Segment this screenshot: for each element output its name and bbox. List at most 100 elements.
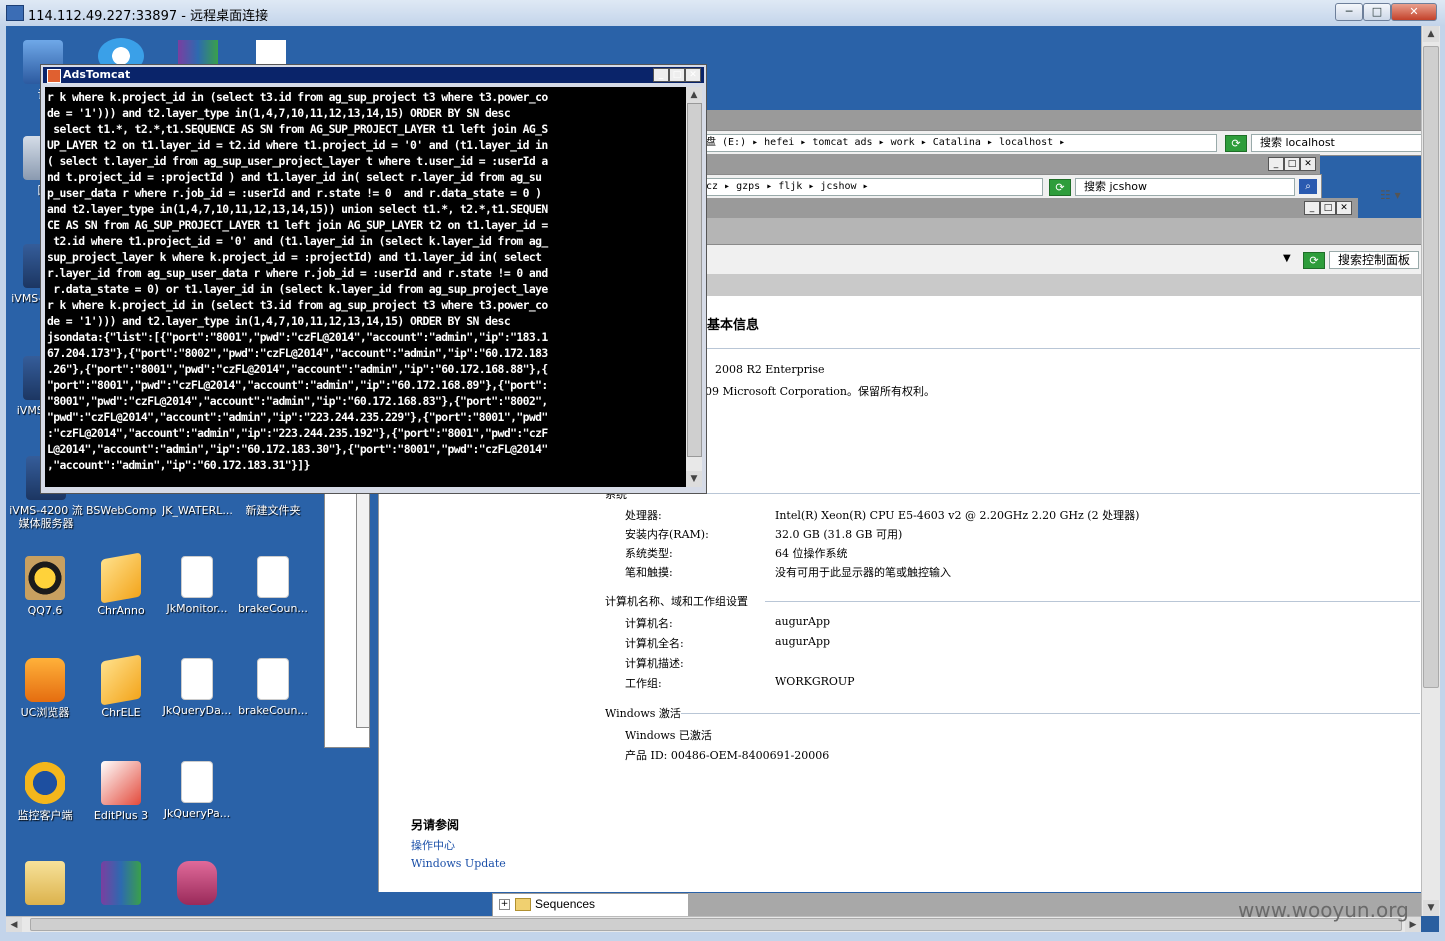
- console-line: de = '1'))) and t2.layer_type in(1,4,7,1…: [47, 314, 511, 328]
- minimize-button[interactable]: _: [1304, 201, 1320, 215]
- console-scrollbar[interactable]: ▲ ▼: [686, 87, 702, 487]
- desktop-icon-qq[interactable]: QQ7.6: [10, 556, 80, 617]
- minimize-button[interactable]: ─: [1335, 3, 1363, 21]
- desktop-icon-brakecount-1[interactable]: brakeCoun...: [238, 556, 308, 615]
- system-type-label: 系统类型:: [625, 547, 673, 560]
- minimize-button[interactable]: _: [1268, 157, 1284, 171]
- desktop-icon-winrar[interactable]: [86, 861, 156, 905]
- editplus-icon: [101, 761, 141, 805]
- refresh-icon[interactable]: ⟳: [1225, 135, 1247, 152]
- maximize-button[interactable]: □: [1320, 201, 1336, 215]
- address-bar[interactable]: 盘 (E:) ▸ hefei ▸ tomcat ads ▸ work ▸ Cat…: [701, 134, 1217, 152]
- close-button[interactable]: ✕: [1391, 3, 1437, 21]
- tree-item-sequences[interactable]: Sequences: [535, 897, 595, 911]
- maximize-button[interactable]: □: [669, 68, 685, 82]
- rdp-titlebar[interactable]: 114.112.49.227:33897 - 远程桌面连接 ─ □ ✕: [0, 0, 1445, 27]
- pen-touch-value: 没有可用于此显示器的笔或触控输入: [775, 566, 951, 579]
- adstomcat-titlebar[interactable]: AdsTomcat _ □ ✕: [43, 67, 704, 83]
- view-options-icon[interactable]: ☷ ▾: [1380, 188, 1401, 202]
- pen-touch-label: 笔和触摸:: [625, 566, 673, 579]
- desktop-icon-monitor-client[interactable]: 监控客户端: [10, 761, 80, 822]
- system-type-value: 64 位操作系统: [775, 547, 848, 560]
- expand-icon[interactable]: +: [499, 899, 510, 910]
- desktop-icon-editplus[interactable]: EditPlus 3: [86, 761, 156, 822]
- console-line: and t2.layer_type in(1,4,7,10,11,12,13,1…: [47, 202, 548, 216]
- desktop-icon-brakecount-2[interactable]: brakeCoun...: [238, 658, 308, 717]
- see-also-heading: 另请参阅: [411, 818, 460, 832]
- scroll-left-icon[interactable]: ◀: [6, 917, 22, 933]
- scroll-down-icon[interactable]: ▼: [686, 471, 702, 487]
- horizontal-scroll-thumb[interactable]: [30, 918, 1402, 931]
- close-button[interactable]: ✕: [685, 68, 701, 82]
- tree-view: + Sequences: [492, 893, 689, 918]
- search-input[interactable]: 搜索控制面板: [1329, 251, 1419, 269]
- desktop-icon-jkmonitor[interactable]: JkMonitor...: [162, 556, 232, 615]
- divider: [605, 348, 1420, 349]
- action-center-link[interactable]: 操作中心: [411, 837, 455, 853]
- processor-value: Intel(R) Xeon(R) CPU E5-4603 v2 @ 2.20GH…: [775, 509, 1140, 522]
- divider: [681, 713, 1420, 714]
- desktop-icon-database[interactable]: [162, 861, 232, 905]
- control-panel-toolbar: [698, 218, 1421, 244]
- console-line: ( select t.layer_id from ag_sup_user_pro…: [47, 154, 548, 168]
- maximize-button[interactable]: □: [1284, 157, 1300, 171]
- background-window-sidebar: [356, 486, 370, 728]
- windows-update-link[interactable]: Windows Update: [411, 857, 506, 870]
- desktop-icon-new-folder-2[interactable]: [10, 861, 80, 905]
- divider: [765, 601, 1420, 602]
- refresh-icon[interactable]: ⟳: [1049, 179, 1071, 196]
- product-id: 产品 ID: 00486-OEM-8400691-20006: [625, 749, 830, 762]
- scroll-down-icon[interactable]: ▼: [1423, 900, 1439, 916]
- copyright-text: 09 Microsoft Corporation。保留所有权利。: [705, 385, 935, 398]
- console-line: p_user_data r where r.job_id = :userId a…: [47, 186, 542, 200]
- refresh-icon[interactable]: ⟳: [1303, 252, 1325, 269]
- explorer-titlebar[interactable]: [698, 110, 1421, 130]
- maximize-button[interactable]: □: [1363, 3, 1391, 21]
- monitor-client-icon: [25, 761, 65, 805]
- computer-fullname-value: augurApp: [775, 635, 831, 648]
- console-line: r.data_state = 0) or t1.layer_id in (sel…: [47, 282, 548, 296]
- scroll-up-icon[interactable]: ▲: [686, 87, 702, 103]
- console-line: r k where k.project_id in (select t3.id …: [47, 90, 548, 104]
- console-line: r k where k.project_id in (select t3.id …: [47, 298, 548, 312]
- console-output[interactable]: r k where k.project_id in (select t3.id …: [45, 87, 686, 487]
- desktop-icon-jkquerypa[interactable]: JkQueryPa...: [162, 761, 232, 820]
- watermark: www.wooyun.org: [1238, 898, 1409, 922]
- search-input[interactable]: 搜索 jcshow: [1075, 178, 1295, 196]
- desktop-icon-jkqueryda[interactable]: JkQueryDa...: [162, 658, 232, 717]
- console-line: t2.id where t1.project_id = '0' and (t1.…: [47, 234, 548, 248]
- control-panel-addressbar: ▼ ⟳ 搜索控制面板: [698, 244, 1423, 276]
- ram-value: 32.0 GB (31.8 GB 可用): [775, 528, 903, 541]
- search-icon[interactable]: ⌕: [1299, 179, 1317, 194]
- control-panel-titlebar[interactable]: _ □ ✕: [698, 198, 1358, 218]
- search-input[interactable]: 搜索 localhost: [1251, 134, 1423, 152]
- scroll-thumb[interactable]: [687, 103, 702, 457]
- divider: [633, 493, 1420, 494]
- address-bar[interactable]: cz ▸ gzps ▸ fljk ▸ jcshow ▸: [701, 178, 1043, 196]
- windows-edition: 2008 R2 Enterprise: [715, 363, 825, 376]
- explorer-window-jcshow: cz ▸ gzps ▸ fljk ▸ jcshow ▸ ⟳ 搜索 jcshow …: [698, 174, 1322, 200]
- console-line: ,"account":"admin","ip":"60.172.183.31"}…: [47, 458, 310, 472]
- console-line: jsondata:{"list":[{"port":"8001","pwd":"…: [47, 330, 548, 344]
- scroll-up-icon[interactable]: ▲: [1423, 26, 1439, 42]
- minimize-button[interactable]: _: [653, 68, 669, 82]
- console-line: 67.204.173"},{"port":"8002","pwd":"czFL@…: [47, 346, 548, 360]
- section-heading: 基本信息: [707, 318, 760, 333]
- desktop-icon-chranno[interactable]: ChrAnno: [86, 552, 156, 617]
- close-button[interactable]: ✕: [1300, 157, 1316, 171]
- explorer2-titlebar[interactable]: _ □ ✕: [698, 154, 1320, 174]
- computer-name-value: augurApp: [775, 615, 831, 628]
- desktop-icon-chrele[interactable]: ChrELE: [86, 654, 156, 719]
- desktop-icon-uc-browser[interactable]: UC浏览器: [10, 658, 80, 719]
- console-line: sup_project_layer k where k.project_id =…: [47, 250, 542, 264]
- adstomcat-window: AdsTomcat _ □ ✕ r k where k.project_id i…: [40, 64, 707, 494]
- winrar-icon: [101, 861, 141, 905]
- close-button[interactable]: ✕: [1336, 201, 1352, 215]
- chevron-down-icon[interactable]: ▼: [1283, 253, 1291, 264]
- vertical-scroll-thumb[interactable]: [1423, 46, 1439, 688]
- folder-icon: [25, 861, 65, 905]
- console-line: UP_LAYER t2 on t1.layer_id = t2.id where…: [47, 138, 548, 152]
- console-line: "pwd":"czFL@2014","account":"admin","ip"…: [47, 410, 548, 424]
- section-activation: Windows 激活: [605, 707, 681, 720]
- computer-fullname-label: 计算机全名:: [625, 637, 684, 650]
